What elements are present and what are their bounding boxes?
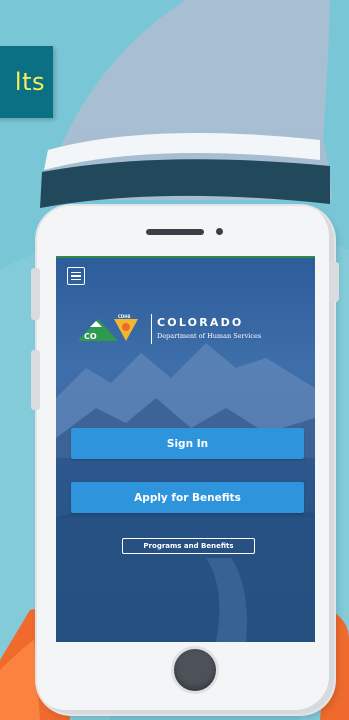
- banner: lts: [0, 46, 53, 118]
- phone-side-button: [31, 268, 40, 320]
- brand-subtitle: Department of Human Services: [157, 332, 262, 340]
- phone-home-button: [171, 646, 219, 694]
- banner-text: lts: [14, 68, 45, 96]
- hamburger-menu-icon[interactable]: [67, 267, 85, 285]
- colorado-logo-icon: CO CDHS: [78, 314, 138, 341]
- phone-speaker: [146, 229, 204, 235]
- apply-for-benefits-button[interactable]: Apply for Benefits: [71, 482, 304, 513]
- logo-divider: [151, 314, 152, 344]
- phone-camera: [216, 228, 223, 235]
- programs-and-benefits-button[interactable]: Programs and Benefits: [122, 538, 255, 554]
- sign-in-button[interactable]: Sign In: [71, 428, 304, 459]
- phone-screen: CO CDHS COLORADO Department of Human Ser…: [56, 256, 315, 642]
- phone-side-button: [330, 262, 339, 302]
- co-logo-text: CO: [84, 332, 97, 341]
- cdhs-badge-text: CDHS: [118, 314, 131, 319]
- brand-title: COLORADO: [157, 316, 244, 329]
- phone-side-button: [31, 350, 40, 410]
